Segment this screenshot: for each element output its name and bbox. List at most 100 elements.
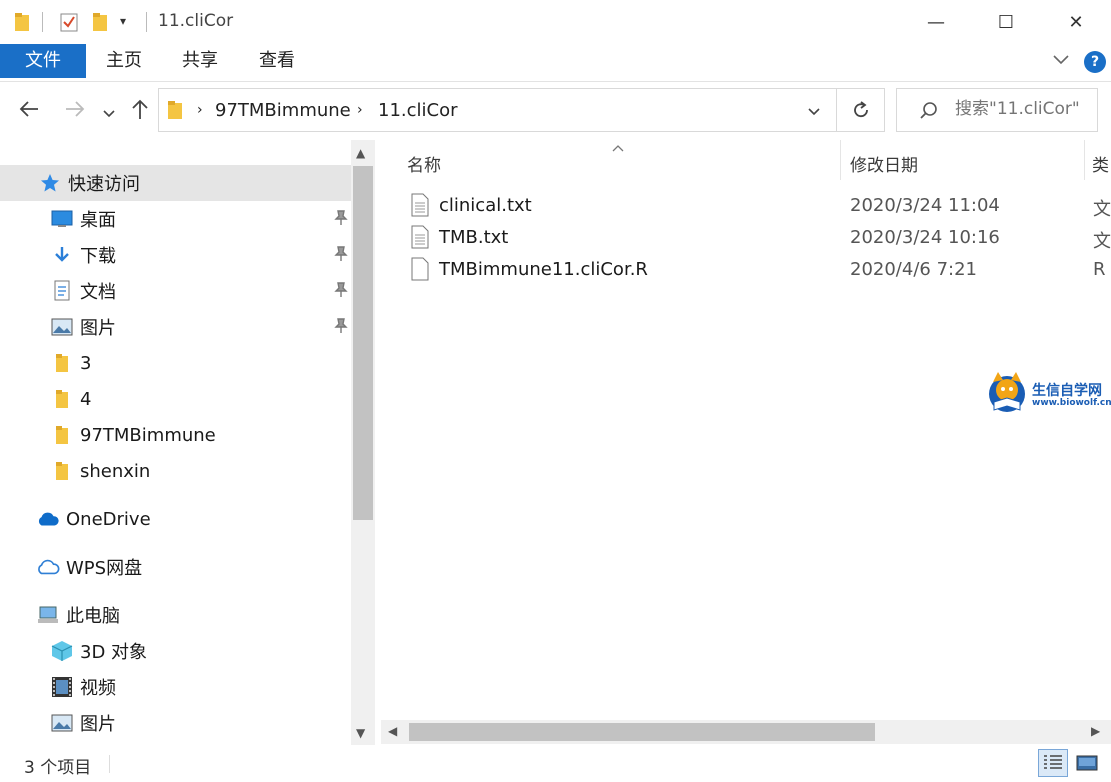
nav-scrollbar[interactable]: ▲ ▼ <box>351 140 375 745</box>
nav-item-pictures[interactable]: 图片 <box>50 310 348 344</box>
file-type: 文 <box>1093 199 1111 220</box>
chevron-right-icon[interactable]: › <box>197 102 203 118</box>
column-header-name[interactable]: 名称 <box>407 151 441 176</box>
scroll-right-icon[interactable]: ▶ <box>1091 724 1100 738</box>
3d-objects-icon <box>50 639 74 663</box>
pictures-icon <box>50 315 74 339</box>
maximize-button[interactable]: ☐ <box>971 0 1041 44</box>
customize-toolbar-chevron-icon[interactable]: ▾ <box>120 14 126 28</box>
search-box[interactable] <box>896 88 1098 132</box>
status-bar: 3 个项目 <box>0 745 1111 782</box>
help-icon[interactable]: ? <box>1084 51 1106 73</box>
nav-folder[interactable]: 97TMBimmune <box>50 418 216 452</box>
folder-icon <box>50 351 74 375</box>
scrollbar-thumb[interactable] <box>353 166 373 520</box>
file-list-scrollbar[interactable]: ◀ ▶ <box>381 720 1111 744</box>
nav-onedrive[interactable]: OneDrive <box>36 502 151 536</box>
minimize-button[interactable]: — <box>901 0 971 44</box>
breadcrumb-97tmbimmune[interactable]: 97TMBimmune <box>215 100 351 121</box>
divider <box>109 755 110 773</box>
nav-label: 97TMBimmune <box>80 424 216 446</box>
cloud-outline-icon <box>36 555 60 579</box>
pin-icon[interactable] <box>334 282 348 303</box>
nav-item-videos[interactable]: 视频 <box>50 670 116 704</box>
nav-item-desktop[interactable]: 桌面 <box>50 202 348 236</box>
scroll-down-icon[interactable]: ▼ <box>356 726 365 740</box>
nav-label: 快速访问 <box>68 174 140 195</box>
nav-label: 视频 <box>80 678 116 699</box>
large-icons-view-icon <box>1076 755 1098 771</box>
refresh-button[interactable] <box>837 88 885 132</box>
nav-item-3d-objects[interactable]: 3D 对象 <box>50 634 147 668</box>
file-row[interactable]: clinical.txt 2020/3/24 11:04 文 <box>407 191 1111 221</box>
large-icons-view-button[interactable] <box>1072 749 1102 777</box>
scroll-up-icon[interactable]: ▲ <box>356 146 365 160</box>
column-divider[interactable] <box>1084 140 1085 180</box>
column-divider[interactable] <box>840 140 841 180</box>
tab-share[interactable]: 共享 <box>168 44 232 78</box>
video-icon <box>50 675 74 699</box>
logo-url: www.biowolf.cn <box>1032 398 1111 408</box>
nav-label: 下载 <box>80 246 116 267</box>
computer-icon <box>36 603 60 627</box>
search-input[interactable] <box>955 99 1095 119</box>
folder-icon[interactable] <box>14 12 30 36</box>
pin-icon[interactable] <box>334 210 348 231</box>
text-file-icon <box>411 225 429 254</box>
nav-item-pictures[interactable]: 图片 <box>50 706 116 740</box>
navigation-pane: 快速访问 桌面 下载 文档 图片 3 4 97TMBimmune shenxin… <box>0 140 378 745</box>
details-view-button[interactable] <box>1038 749 1068 777</box>
scroll-left-icon[interactable]: ◀ <box>388 724 397 738</box>
text-file-icon <box>411 193 429 222</box>
tab-file[interactable]: 文件 <box>0 44 86 78</box>
details-view-icon <box>1044 755 1062 769</box>
blank-file-icon <box>411 257 429 286</box>
breadcrumb-11-clicor[interactable]: 11.cliCor <box>378 100 458 121</box>
up-button[interactable] <box>130 98 150 126</box>
properties-icon[interactable] <box>60 12 78 36</box>
new-folder-icon[interactable] <box>92 12 108 36</box>
tab-view[interactable]: 查看 <box>245 44 309 78</box>
nav-item-downloads[interactable]: 下载 <box>50 238 348 272</box>
close-button[interactable]: ✕ <box>1041 0 1111 44</box>
nav-label: 3 <box>80 352 92 374</box>
minimize-icon: — <box>927 11 945 33</box>
address-bar[interactable]: › 97TMBimmune › 11.cliCor <box>158 88 837 132</box>
nav-item-documents[interactable]: 文档 <box>50 274 348 308</box>
wolf-logo-icon <box>989 372 1025 412</box>
forward-button[interactable] <box>64 98 86 126</box>
file-name: TMB.txt <box>439 227 509 248</box>
file-list: 名称 修改日期 类 clinical.txt 2020/3/24 11:04 文… <box>381 140 1111 745</box>
file-name: TMBimmune11.cliCor.R <box>439 259 648 280</box>
file-date: 2020/4/6 7:21 <box>850 259 977 280</box>
nav-quick-access[interactable]: 快速访问 <box>38 166 140 200</box>
title-bar: ▾ 11.cliCor — ☐ ✕ <box>0 0 1111 44</box>
file-date: 2020/3/24 11:04 <box>850 195 1000 216</box>
cloud-icon <box>36 507 60 531</box>
chevron-right-icon[interactable]: › <box>357 102 363 118</box>
folder-icon <box>167 100 183 124</box>
back-button[interactable] <box>18 98 40 126</box>
scrollbar-thumb[interactable] <box>409 723 875 741</box>
file-row[interactable]: TMBimmune11.cliCor.R 2020/4/6 7:21 R <box>407 255 1111 285</box>
recent-locations-chevron-icon[interactable] <box>102 102 116 127</box>
address-row: › 97TMBimmune › 11.cliCor <box>0 88 1111 134</box>
expand-ribbon-chevron-icon[interactable] <box>1052 50 1070 72</box>
file-row[interactable]: TMB.txt 2020/3/24 10:16 文 <box>407 223 1111 253</box>
ribbon-tabs: 文件 主页 共享 查看 ? <box>0 44 1111 82</box>
nav-folder[interactable]: 4 <box>50 382 91 416</box>
pin-icon[interactable] <box>334 318 348 339</box>
column-header-type[interactable]: 类 <box>1092 151 1109 176</box>
column-header-date[interactable]: 修改日期 <box>850 151 918 176</box>
nav-label: 4 <box>80 388 92 410</box>
nav-folder[interactable]: shenxin <box>50 454 150 488</box>
nav-folder[interactable]: 3 <box>50 346 91 380</box>
search-icon <box>919 101 939 125</box>
nav-label: 此电脑 <box>66 606 120 627</box>
pin-icon[interactable] <box>334 246 348 267</box>
file-type: 文 <box>1093 231 1111 252</box>
address-dropdown-chevron-icon[interactable] <box>807 104 821 123</box>
nav-this-pc[interactable]: 此电脑 <box>36 598 120 632</box>
tab-home[interactable]: 主页 <box>92 44 156 78</box>
nav-wps-drive[interactable]: WPS网盘 <box>36 550 142 584</box>
